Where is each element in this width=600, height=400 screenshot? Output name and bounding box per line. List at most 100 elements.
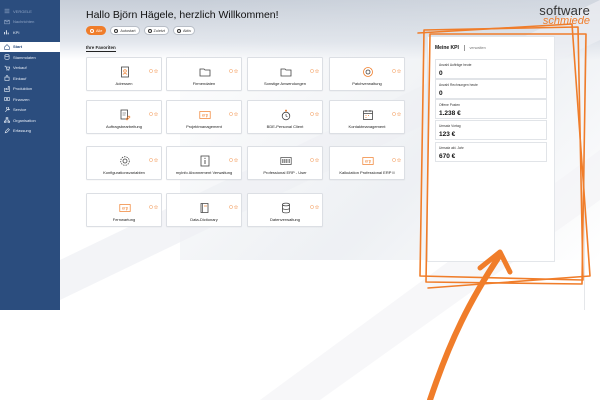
- sidebar-item-stammdaten[interactable]: Stammdaten: [0, 52, 60, 63]
- sidebar-item-kpi[interactable]: KPI: [0, 27, 60, 38]
- kpi-item[interactable]: Anzahl Rechnungen heute 0: [435, 79, 547, 99]
- filter-chip-zuletzt[interactable]: Zuletzt: [143, 26, 169, 35]
- favorite-tile[interactable]: Datenverwaltung: [247, 193, 323, 227]
- info-small-icon[interactable]: [148, 196, 153, 214]
- info-small-icon[interactable]: [309, 149, 314, 167]
- tile-actions: [391, 149, 402, 167]
- sidebar-item-finanzen[interactable]: Finanzen: [0, 94, 60, 105]
- calendar-icon: [362, 108, 374, 120]
- kpi-title: Meine KPI: [435, 45, 459, 51]
- kpi-value: 0: [439, 90, 443, 97]
- favorite-tile[interactable]: Adressen: [86, 57, 162, 91]
- sidebar-item-service[interactable]: Service: [0, 105, 60, 116]
- sidebar-item-nachrichten[interactable]: Nachrichten: [0, 17, 60, 28]
- info-small-icon[interactable]: [391, 103, 396, 121]
- scrollbar[interactable]: [584, 40, 585, 310]
- star-icon[interactable]: [233, 149, 239, 167]
- kpi-item[interactable]: Umsatz akt. Jahr 670 €: [435, 142, 547, 162]
- kpi-value: 123 €: [439, 131, 456, 138]
- tile-actions: [309, 149, 320, 167]
- kpi-item[interactable]: Anzahl Aufträge heute 0: [435, 59, 547, 79]
- bolt-icon: [176, 28, 181, 33]
- info-small-icon[interactable]: [309, 103, 314, 121]
- favorite-tile[interactable]: erp Fernwartung: [86, 193, 162, 227]
- tile-label: Firmendaten: [192, 81, 216, 86]
- filter-chip-alle[interactable]: Alle: [86, 26, 107, 35]
- info-small-icon[interactable]: [148, 103, 153, 121]
- favorite-tile[interactable]: erp Projektmanagement: [166, 100, 242, 134]
- favorite-tile[interactable]: Sonstige Anwendungen: [247, 57, 323, 91]
- star-icon[interactable]: [233, 196, 239, 214]
- info-small-icon[interactable]: [228, 60, 233, 78]
- star-icon[interactable]: [314, 103, 320, 121]
- sidebar-item-einkauf[interactable]: Einkauf: [0, 73, 60, 84]
- folder-icon: [199, 65, 211, 77]
- info-small-icon[interactable]: [309, 196, 314, 214]
- tile-label: Patchverwaltung: [352, 81, 382, 86]
- favorite-tile[interactable]: erp Kalkulation Professional ERP II: [329, 146, 405, 180]
- sidebar-item-label: Erfassung: [13, 128, 32, 134]
- info-small-icon[interactable]: [391, 60, 396, 78]
- star-icon[interactable]: [314, 196, 320, 214]
- factory-icon: [3, 85, 10, 92]
- favorite-tile[interactable]: Patchverwaltung: [329, 57, 405, 91]
- annotation-arrow: [427, 252, 503, 400]
- star-icon[interactable]: [396, 103, 402, 121]
- star-icon[interactable]: [233, 103, 239, 121]
- kpi-label: Umsatz Vortag: [439, 124, 461, 128]
- info-small-icon[interactable]: [391, 149, 396, 167]
- sidebar-item-vergele[interactable]: VERGELE: [0, 6, 60, 17]
- kpi-item[interactable]: Offene Posten 1.238 €: [435, 99, 547, 119]
- favorite-tile[interactable]: Kontaktmanagement: [329, 100, 405, 134]
- info-small-icon[interactable]: [228, 149, 233, 167]
- star-icon[interactable]: [153, 149, 159, 167]
- info-small-icon[interactable]: [148, 60, 153, 78]
- document-edit-icon: [119, 108, 131, 121]
- star-icon[interactable]: [153, 196, 159, 214]
- star-icon[interactable]: [396, 60, 402, 78]
- clock-user-icon: [280, 108, 292, 121]
- tile-actions: [309, 60, 320, 78]
- info-small-icon[interactable]: [228, 196, 233, 214]
- info-small-icon[interactable]: [148, 149, 153, 167]
- chart-icon: [3, 29, 10, 36]
- sidebar-item-organisation[interactable]: Organisation: [0, 115, 60, 126]
- favorite-tile[interactable]: BDE-Personal Client: [247, 100, 323, 134]
- book-icon: [199, 201, 211, 213]
- info-small-icon[interactable]: [228, 103, 233, 121]
- favorite-tile[interactable]: Data-Dictionary: [166, 193, 242, 227]
- database-icon: [280, 201, 292, 214]
- folder-icon: [280, 65, 292, 77]
- sidebar-item-erfassung[interactable]: Erfassung: [0, 126, 60, 137]
- kpi-manage-link[interactable]: verwalten: [470, 46, 486, 50]
- logo-line-2: schmiede: [542, 15, 590, 27]
- tile-label: Datenverwaltung: [269, 217, 301, 222]
- info-small-icon[interactable]: [309, 60, 314, 78]
- sidebar-item-label: Einkauf: [13, 75, 27, 81]
- sidebar-item-verkauf[interactable]: Verkauf: [0, 63, 60, 74]
- star-icon[interactable]: [153, 60, 159, 78]
- gear-icon: [119, 154, 131, 166]
- kpi-label: Anzahl Rechnungen heute: [439, 83, 478, 87]
- chip-label: Aktiv: [182, 28, 192, 33]
- address-book-icon: [119, 65, 131, 78]
- favorite-tile[interactable]: myInfo Abonnement Verwaltung: [166, 146, 242, 180]
- kpi-value: 1.238 €: [439, 110, 461, 117]
- sidebar-item-produktion[interactable]: Produktion: [0, 84, 60, 95]
- sidebar-item-start[interactable]: Start: [0, 41, 60, 52]
- star-icon[interactable]: [153, 103, 159, 121]
- star-icon[interactable]: [314, 149, 320, 167]
- star-icon[interactable]: [396, 149, 402, 167]
- filter-chip-autostart[interactable]: Autostart: [110, 26, 140, 35]
- favorite-tile[interactable]: Firmendaten: [166, 57, 242, 91]
- star-icon[interactable]: [314, 60, 320, 78]
- kpi-value: 0: [439, 70, 443, 77]
- kpi-item[interactable]: Umsatz Vortag 123 €: [435, 120, 547, 140]
- favorite-tile[interactable]: Professional ERP - User: [247, 146, 323, 180]
- favorite-tile[interactable]: Konfigurationsvariablen: [86, 146, 162, 180]
- star-icon[interactable]: [233, 60, 239, 78]
- tile-actions: [391, 103, 402, 121]
- favorite-tile[interactable]: Auftragsbearbeitung: [86, 100, 162, 134]
- filter-chip-aktiv[interactable]: Aktiv: [172, 26, 196, 35]
- sidebar-nav: Start Stammdaten Verkauf Einkauf Produkt…: [0, 41, 60, 137]
